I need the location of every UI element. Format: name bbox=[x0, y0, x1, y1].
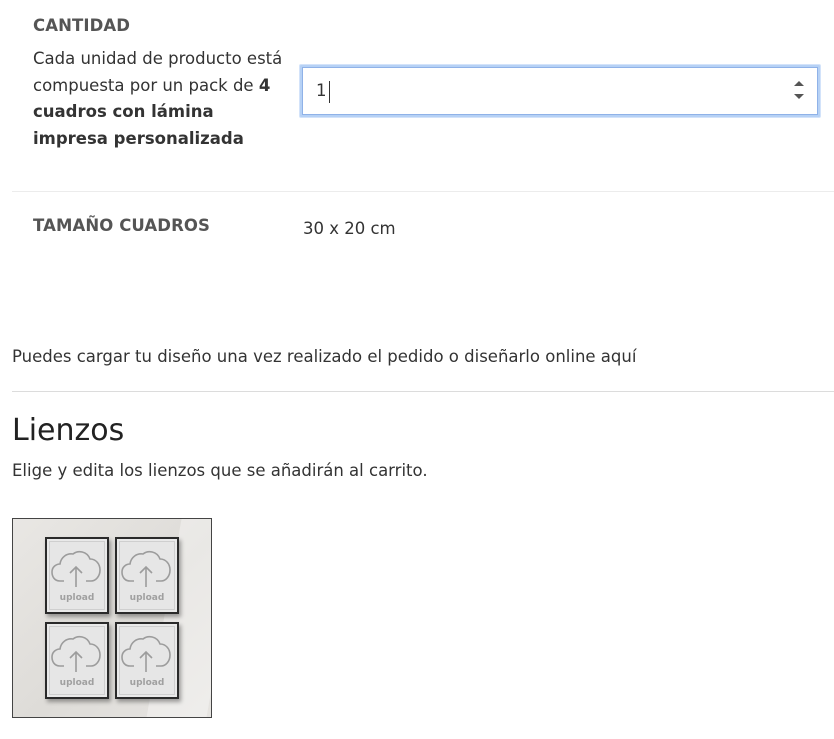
section-title: Lienzos bbox=[12, 413, 125, 448]
section-divider bbox=[12, 391, 834, 392]
canvas-frame[interactable]: upload bbox=[45, 537, 109, 614]
quantity-field[interactable] bbox=[300, 65, 820, 117]
cloud-upload-icon bbox=[121, 550, 171, 587]
frame-upload-label: upload bbox=[59, 593, 95, 603]
quantity-description: Cada unidad de producto está compuesta p… bbox=[33, 46, 283, 152]
quantity-input[interactable] bbox=[316, 79, 736, 101]
cloud-upload-icon bbox=[121, 635, 171, 672]
size-value: 30 x 20 cm bbox=[303, 219, 396, 238]
quantity-label: CANTIDAD bbox=[33, 16, 131, 35]
cloud-upload-icon bbox=[51, 635, 101, 672]
canvas-frame[interactable]: upload bbox=[115, 622, 179, 699]
chevron-up-icon[interactable] bbox=[794, 81, 804, 86]
cloud-upload-icon bbox=[51, 550, 101, 587]
section-subtitle: Elige y edita los lienzos que se añadirá… bbox=[12, 461, 428, 480]
canvas-frame[interactable]: upload bbox=[115, 537, 179, 614]
canvas-frame[interactable]: upload bbox=[45, 622, 109, 699]
size-label: TAMAÑO CUADROS bbox=[33, 216, 210, 235]
quantity-description-text: Cada unidad de producto está compuesta p… bbox=[33, 49, 283, 95]
frame-upload-label: upload bbox=[129, 678, 165, 688]
upload-info-text: Puedes cargar tu diseño una vez realizad… bbox=[12, 347, 637, 366]
frame-upload-label: upload bbox=[59, 678, 95, 688]
size-row: TAMAÑO CUADROS 30 x 20 cm bbox=[12, 192, 834, 282]
quantity-row: CANTIDAD Cada unidad de producto está co… bbox=[12, 0, 834, 192]
frame-upload-label: upload bbox=[129, 593, 165, 603]
chevron-down-icon[interactable] bbox=[794, 94, 804, 99]
canvas-thumbnail[interactable]: upload upload upload upload bbox=[12, 518, 212, 718]
text-caret bbox=[329, 81, 330, 103]
quantity-stepper[interactable] bbox=[792, 79, 806, 103]
